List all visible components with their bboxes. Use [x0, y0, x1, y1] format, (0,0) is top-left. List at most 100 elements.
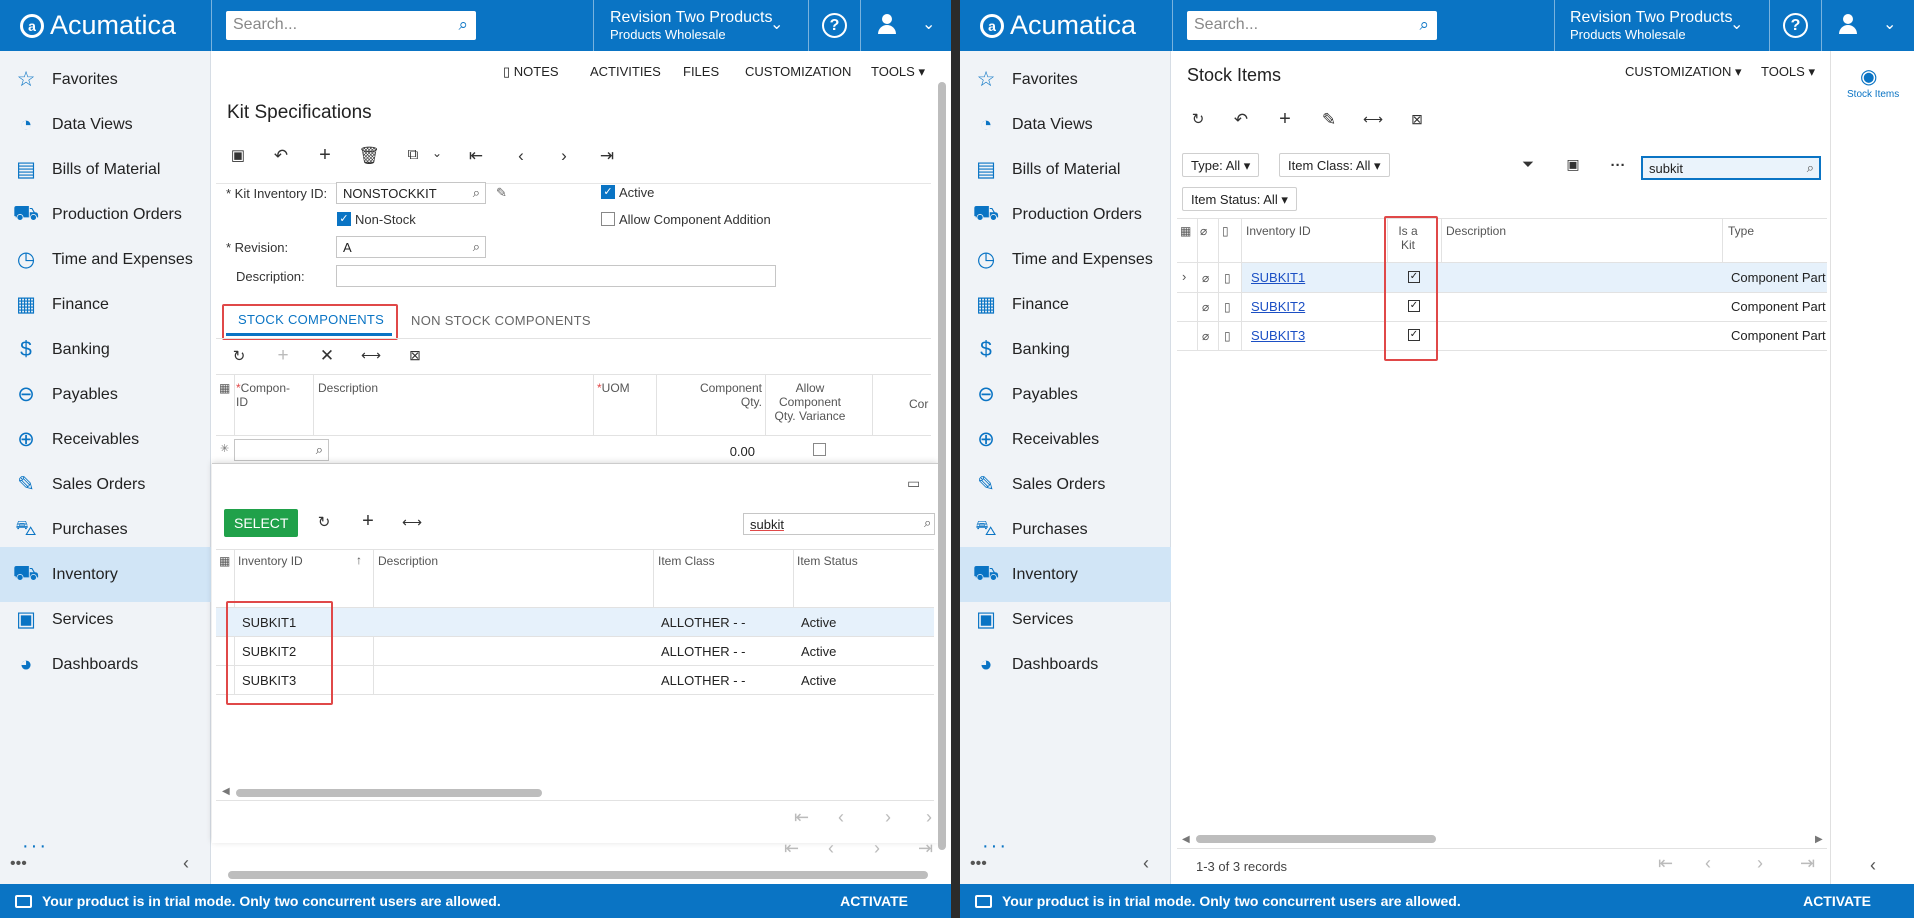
inventory-id-link[interactable]: SUBKIT1	[1251, 270, 1305, 285]
export-excel-icon[interactable]: ⊠	[404, 347, 426, 364]
acumatica-logo[interactable]: a Acumatica	[20, 0, 176, 51]
attachment-icon[interactable]: ⌀	[1202, 300, 1209, 314]
col-allow-variance[interactable]: Allow Component Qty. Variance	[770, 381, 850, 423]
acumatica-logo[interactable]: a Acumatica	[980, 0, 1136, 51]
notes-link[interactable]: ▯ NOTES	[503, 64, 559, 80]
kit-inventory-id-field[interactable]: NONSTOCKKIT ⌕	[336, 182, 486, 204]
new-component-id-input[interactable]: ⌕	[234, 439, 329, 461]
item-class-filter[interactable]: Item Class: All ▾	[1279, 153, 1390, 177]
col-uom[interactable]: *UOM	[597, 381, 630, 395]
collapse-sidebar-icon[interactable]: ‹	[1143, 853, 1149, 874]
user-icon[interactable]	[876, 14, 898, 36]
prev-page-icon[interactable]: ‹	[828, 838, 834, 859]
add-icon[interactable]: +	[1274, 108, 1296, 131]
search-icon[interactable]: ⌕	[1419, 15, 1429, 35]
sort-asc-icon[interactable]: ↑	[356, 553, 362, 567]
note-icon[interactable]: ▯	[1224, 329, 1231, 343]
edit-icon[interactable]: ✎	[1318, 110, 1340, 130]
column-settings-icon[interactable]: ▦	[1180, 224, 1191, 238]
inventory-id-link[interactable]: SUBKIT3	[1251, 328, 1305, 343]
add-icon[interactable]: +	[357, 510, 379, 533]
scroll-right-icon[interactable]: ▶	[1815, 834, 1823, 845]
global-search-input[interactable]: Search... ⌕	[1187, 11, 1437, 40]
page-vertical-scrollbar[interactable]	[938, 82, 946, 850]
lookup-search-input[interactable]: subkit	[743, 513, 935, 535]
more-options-icon[interactable]: ···	[1607, 157, 1629, 174]
attachment-icon[interactable]: ⌀	[1202, 271, 1209, 285]
sidebar-item-dashboards[interactable]: ◕ Dashboards	[0, 637, 211, 692]
column-settings-icon[interactable]: ▦	[219, 381, 230, 395]
chevron-down-icon[interactable]: ⌄	[1883, 14, 1896, 34]
scroll-left-icon[interactable]: ◀	[222, 786, 230, 797]
new-row-qty[interactable]: 0.00	[700, 444, 755, 459]
delete-row-icon[interactable]: ✕	[316, 346, 338, 366]
lookup-icon[interactable]: ⌕	[316, 442, 323, 458]
search-icon[interactable]: ⌕	[458, 15, 468, 35]
col-component-qty[interactable]: Component Qty.	[680, 381, 762, 409]
last-record-icon[interactable]: ⇥	[596, 146, 618, 166]
prev-page-icon[interactable]: ‹	[1705, 853, 1711, 874]
company-selector[interactable]: Revision Two Products Products Wholesale	[610, 9, 772, 43]
item-status-filter[interactable]: Item Status: All ▾	[1182, 187, 1297, 211]
last-page-icon[interactable]: ⇥	[1800, 853, 1815, 874]
eye-icon[interactable]: ◉	[1860, 64, 1877, 89]
note-icon[interactable]: ▯	[1224, 271, 1231, 285]
col-item-status[interactable]: Item Status	[797, 554, 858, 568]
type-filter[interactable]: Type: All ▾	[1182, 153, 1260, 177]
non-stock-checkbox[interactable]: ✓	[337, 212, 351, 226]
copy-paste-icon[interactable]: ⧉	[402, 146, 424, 163]
row-expand-icon[interactable]: ›	[1182, 269, 1186, 284]
refresh-icon[interactable]: ↻	[313, 513, 335, 531]
col-inventory-id[interactable]: Inventory ID	[238, 554, 303, 568]
first-page-icon[interactable]: ⇤	[794, 807, 809, 828]
undo-icon[interactable]: ↶	[1230, 110, 1252, 130]
tools-menu[interactable]: TOOLS ▾	[871, 64, 925, 80]
files-link[interactable]: FILES	[683, 64, 719, 79]
collapse-sidebar-icon[interactable]: ‹	[183, 853, 189, 874]
activities-link[interactable]: ACTIVITIES	[590, 64, 661, 79]
col-inventory-id[interactable]: Inventory ID	[1246, 224, 1311, 238]
column-settings-icon[interactable]: ▦	[219, 554, 230, 568]
note-icon[interactable]: ▯	[1224, 300, 1231, 314]
prev-record-icon[interactable]: ‹	[510, 146, 532, 166]
save-icon[interactable]: ▣	[227, 146, 249, 164]
maximize-icon[interactable]: ▭	[907, 475, 920, 492]
chevron-down-icon[interactable]: ⌄	[922, 14, 935, 34]
col-component-id[interactable]: *Compon- ID	[236, 381, 296, 409]
grid-horizontal-scrollbar[interactable]	[1196, 835, 1436, 843]
delete-icon[interactable]: 🗑	[358, 146, 380, 166]
inventory-id-link[interactable]: SUBKIT2	[1251, 299, 1305, 314]
col-item-class[interactable]: Item Class	[658, 554, 715, 568]
col-truncated[interactable]: Cor	[909, 397, 928, 411]
activate-button[interactable]: ACTIVATE	[1803, 893, 1871, 909]
undo-icon[interactable]: ↶	[270, 146, 292, 166]
first-page-icon[interactable]: ⇤	[1658, 853, 1673, 874]
chevron-down-icon[interactable]: ⌄	[1730, 14, 1743, 34]
ellipsis-icon[interactable]: •••	[970, 855, 987, 873]
side-panel-label[interactable]: Stock Items	[1847, 89, 1899, 100]
fit-columns-icon[interactable]: ⟷	[1362, 111, 1384, 128]
scroll-left-icon[interactable]: ◀	[1182, 834, 1190, 845]
customization-link[interactable]: CUSTOMIZATION	[745, 64, 851, 79]
ellipsis-icon[interactable]: •••	[10, 855, 27, 873]
col-description[interactable]: Description	[318, 381, 378, 395]
user-icon[interactable]	[1837, 14, 1859, 36]
active-checkbox[interactable]: ✓	[601, 185, 615, 199]
next-page-icon[interactable]: ›	[1757, 853, 1763, 874]
allow-component-addition-checkbox[interactable]	[601, 212, 615, 226]
col-description[interactable]: Description	[378, 554, 438, 568]
lookup-scrollbar[interactable]	[236, 789, 542, 797]
fit-columns-icon[interactable]: ⟷	[360, 347, 382, 364]
new-row-variance-checkbox[interactable]	[813, 443, 826, 456]
edit-pencil-icon[interactable]: ✎	[496, 185, 507, 201]
tab-non-stock-components[interactable]: NON STOCK COMPONENTS	[411, 313, 591, 328]
activate-button[interactable]: ACTIVATE	[840, 893, 908, 909]
next-page-icon[interactable]: ›	[885, 807, 891, 828]
last-page-icon[interactable]: ›	[926, 807, 932, 828]
revision-field[interactable]: A ⌕	[336, 236, 486, 258]
search-icon[interactable]: ⌕	[924, 515, 931, 531]
page-horizontal-scrollbar[interactable]	[228, 871, 928, 879]
col-type[interactable]: Type	[1728, 224, 1754, 238]
attachment-icon[interactable]: ⌀	[1202, 329, 1209, 343]
sidebar-item-dashboards[interactable]: ◕ Dashboards	[960, 637, 1171, 692]
